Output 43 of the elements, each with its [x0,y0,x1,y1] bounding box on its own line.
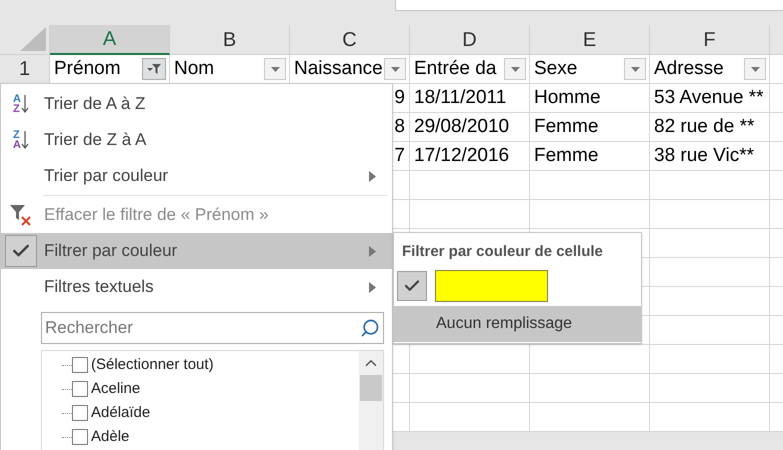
menu-item[interactable]: Filtrer par couleur [1,233,392,269]
clear-filter-icon [9,203,33,227]
filter-button[interactable] [142,58,166,80]
funnel-icon [146,63,162,75]
header-label: Naissance [294,56,383,81]
column-header[interactable]: D [410,25,530,55]
search-icon [360,318,380,338]
header-label: Sexe [534,56,578,81]
dropdown-arrow-icon [270,66,280,72]
no-fill-option[interactable]: Aucun remplissage [394,306,641,342]
dropdown-button[interactable] [384,58,406,80]
checkbox[interactable] [72,429,88,445]
value-label: Aceline [91,378,140,399]
row-header[interactable]: 1 [0,55,50,84]
column-header[interactable]: E [530,25,650,55]
header-label: Adresse [654,56,724,81]
value-label: (Sélectionner tout) [91,354,214,375]
dropdown-button[interactable] [744,58,766,80]
submenu-title: Filtrer par couleur de cellule [402,242,604,262]
dropdown-arrow-icon [750,66,760,72]
dropdown-arrow-icon [630,66,640,72]
dropdown-button[interactable] [504,58,526,80]
search-field[interactable]: Rechercher [41,312,384,344]
column-header[interactable]: A [50,25,170,55]
dropdown-arrow-icon [510,66,520,72]
value-label: Adèle [91,426,130,447]
menu-item[interactable]: Filtres textuels [1,269,392,305]
column-header[interactable]: C [290,25,410,55]
checkbox[interactable] [72,357,88,373]
color-swatch[interactable] [435,270,548,302]
dropdown-button[interactable] [624,58,646,80]
dropdown-button[interactable] [264,58,286,80]
dropdown-arrow-icon [390,66,400,72]
scroll-thumb[interactable] [360,375,382,401]
header-label: Prénom [54,56,121,81]
header-label: Entrée da [414,56,496,81]
scrollbar[interactable] [359,351,383,450]
checkbox[interactable] [72,405,88,421]
column-header[interactable]: B [170,25,290,55]
column-header[interactable]: F [650,25,770,55]
value-label: Adélaïde [91,402,150,423]
checkbox[interactable] [72,381,88,397]
header-label: Nom [174,56,214,81]
